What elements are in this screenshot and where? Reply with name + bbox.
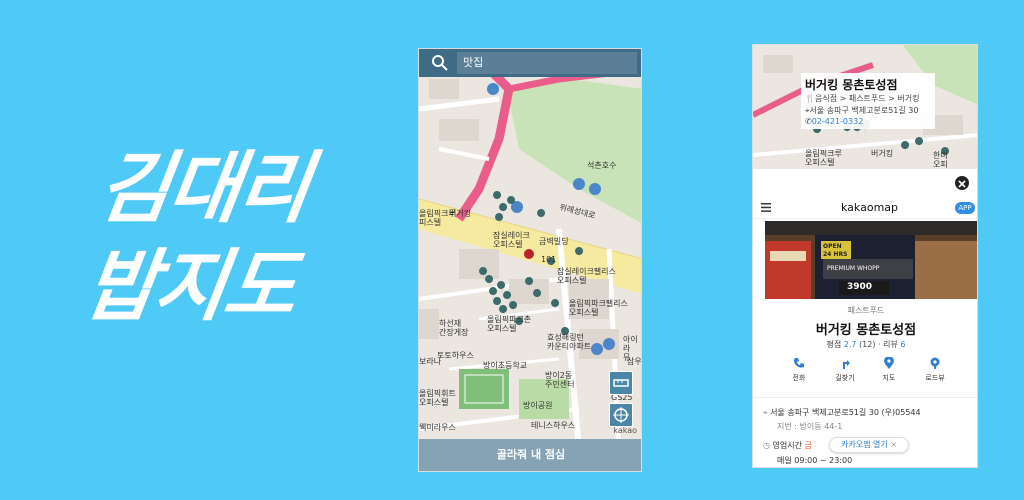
divider xyxy=(753,397,977,398)
hours-text: 매일 09:00 ~ 23:00 xyxy=(777,456,853,465)
map-label-hyosung: 효성해링턴 카운티아파트 xyxy=(547,333,592,351)
place-category: 패스트푸드 xyxy=(847,306,885,315)
info-card-address-text: 서울 송파구 백제고분로51길 30 xyxy=(809,106,919,115)
open-kakaomap-label: 카카오맵 열기 xyxy=(841,440,888,449)
rating-value: 2.7 xyxy=(843,340,857,349)
map-label-woodhouse: 웩미라우스 xyxy=(419,423,456,432)
close-small-icon[interactable]: × xyxy=(890,440,897,449)
locate-icon xyxy=(613,407,629,423)
kakao-mark: kakao xyxy=(613,426,637,435)
detail-map-label-burger: 버거킹 xyxy=(871,149,894,158)
detail-screen: 버거킹 올림픽크루 오피스텔 한미 오피 버거킹 몽촌토성점 🍴음식점 > 패스… xyxy=(752,44,978,468)
search-icon[interactable] xyxy=(431,54,449,72)
detail-map-label-olympic: 올림픽크루 오피스텔 xyxy=(805,149,842,167)
detail-map: 버거킹 올림픽크루 오피스텔 한미 오피 버거킹 몽촌토성점 🍴음식점 > 패스… xyxy=(753,45,977,169)
kakaomap-logo: kakaomap xyxy=(841,201,899,214)
map-label-jamsil-fast: 잠실레이크팰리스 오피스텔 xyxy=(557,267,616,285)
place-rating: 평점 2.7 (12) · 리뷰 6 xyxy=(826,340,906,349)
menu-icon[interactable] xyxy=(761,203,771,212)
map-label-ehraji: 보라나 xyxy=(419,357,442,366)
map-label-bangi-elem: 방이초등학교 xyxy=(483,361,528,370)
location-icon: ⌖ xyxy=(763,408,768,417)
map-label-toto: 토토하우스 xyxy=(437,351,474,360)
place-name: 버거킹 몽촌토성점 xyxy=(815,323,917,338)
map-label-olympic-hwi: 올림픽휘트 오피스텔 xyxy=(419,389,456,407)
pick-lunch-button[interactable]: 골라줘 내 점심 xyxy=(419,439,641,471)
map-label-tennis: 테니스하우스 xyxy=(531,421,576,430)
info-card-category: 🍴음식점 > 패스트푸드 > 버거킹 xyxy=(805,93,920,104)
full-address-text: 서울 송파구 백제고분로51길 30 (우)05544 xyxy=(770,408,921,417)
place-photo[interactable]: OPEN 24 HRS PREMIUM WHOPP 3900 xyxy=(765,221,977,299)
open-kakaomap-button[interactable]: 카카오맵 열기 × xyxy=(829,437,909,453)
place-info-card[interactable]: 버거킹 몽촌토성점 🍴음식점 > 패스트푸드 > 버거킹 ⌖서울 송파구 백제고… xyxy=(801,73,935,129)
ruler-icon xyxy=(613,379,629,387)
map-label-bangi-park: 방이공원 xyxy=(523,401,553,410)
directions-label: 길찾기 xyxy=(835,374,855,382)
photo-price: 3900 xyxy=(847,282,873,292)
phone-icon: ✆ xyxy=(805,117,812,126)
clock-icon: ◷ xyxy=(763,441,770,450)
map-label-olympic-crew: 올림픽크루 피스텔 xyxy=(419,209,456,227)
promo-title-line1: 김대리 xyxy=(92,144,315,234)
hours-row: ◷ 영업시간 금 xyxy=(763,440,812,451)
info-card-address: ⌖서울 송파구 백제고분로51길 30 xyxy=(805,105,918,116)
info-card-phone-text: 02-421-0332 xyxy=(811,117,864,126)
photo-open: OPEN xyxy=(823,243,842,250)
promo-title-line2: 밥지도 xyxy=(78,242,301,332)
map-action[interactable]: 지도 xyxy=(869,357,909,383)
hours-label: 영업시간 xyxy=(772,441,802,450)
rating-label: 평점 xyxy=(826,340,842,349)
map-label-hasan: 하선재 간장게장 xyxy=(439,319,469,337)
review-label: 리뷰 xyxy=(883,340,898,349)
info-card-phone[interactable]: ✆02-421-0332 xyxy=(805,117,863,126)
roadview-icon xyxy=(930,357,940,369)
info-card-title: 버거킹 몽촌토성점 xyxy=(805,78,898,92)
map-label-olympic-park-palace: 올림픽파크팰리스 오피스텔 xyxy=(569,299,628,317)
review-count[interactable]: 6 xyxy=(900,340,905,349)
rating-count: (12) xyxy=(859,340,876,349)
ruler-button[interactable] xyxy=(609,371,633,395)
search-input[interactable]: 맛집 xyxy=(457,52,637,74)
call-action[interactable]: 전화 xyxy=(779,357,819,383)
jibun-address: 지번 : 방이동 44-1 xyxy=(777,422,843,431)
map-pin-icon xyxy=(884,357,894,369)
photo-24hrs: 24 HRS xyxy=(823,251,848,258)
full-address[interactable]: ⌖ 서울 송파구 백제고분로51길 30 (우)05544 xyxy=(763,407,921,418)
map-label-geumbyeok: 금벽빌딩 xyxy=(539,237,569,246)
promo-title: 김대리 밥지도 xyxy=(78,140,366,336)
map-label-sangu: 삼우 xyxy=(627,357,642,366)
map-label-olympic-park-cheon: 올림픽파크촌 오피스텔 xyxy=(487,315,532,333)
hours-status: 금 xyxy=(804,441,812,450)
fork-icon: 🍴 xyxy=(805,94,815,103)
search-bar: 맛집 xyxy=(419,49,641,77)
app-badge[interactable]: APP xyxy=(955,202,975,214)
locate-button[interactable] xyxy=(609,403,633,427)
close-icon[interactable] xyxy=(955,176,969,190)
roadview-label: 로드뷰 xyxy=(925,374,945,382)
map-label-jamsil: 잠실레이크 오피스텔 xyxy=(493,231,530,249)
map-screen: 버거킹 올림픽크루 피스텔 잠실레이크 오피스텔 금벽빌딩 잠실레이크팰리스 오… xyxy=(418,48,642,472)
call-label: 전화 xyxy=(792,374,806,382)
detail-map-label-han: 한미 오피 xyxy=(933,151,948,169)
directions-action[interactable]: 길찾기 xyxy=(825,357,865,383)
roadview-action[interactable]: 로드뷰 xyxy=(915,357,955,383)
map-label: 지도 xyxy=(882,374,896,382)
kakaomap-header: kakaomap APP xyxy=(753,197,977,219)
phone-icon xyxy=(794,358,804,368)
map-label-seollip: 석촌호수 xyxy=(587,161,617,170)
info-card-category-text: 음식점 > 패스트푸드 > 버거킹 xyxy=(814,94,920,103)
directions-icon xyxy=(843,360,850,369)
map-label-bangi2: 방이2동 주민센터 xyxy=(545,371,575,389)
action-bar: 전화 길찾기 지도 로드뷰 xyxy=(753,357,977,393)
photo-whopper: PREMIUM WHOPP xyxy=(827,265,880,272)
map-label-101: 101 xyxy=(541,255,557,264)
